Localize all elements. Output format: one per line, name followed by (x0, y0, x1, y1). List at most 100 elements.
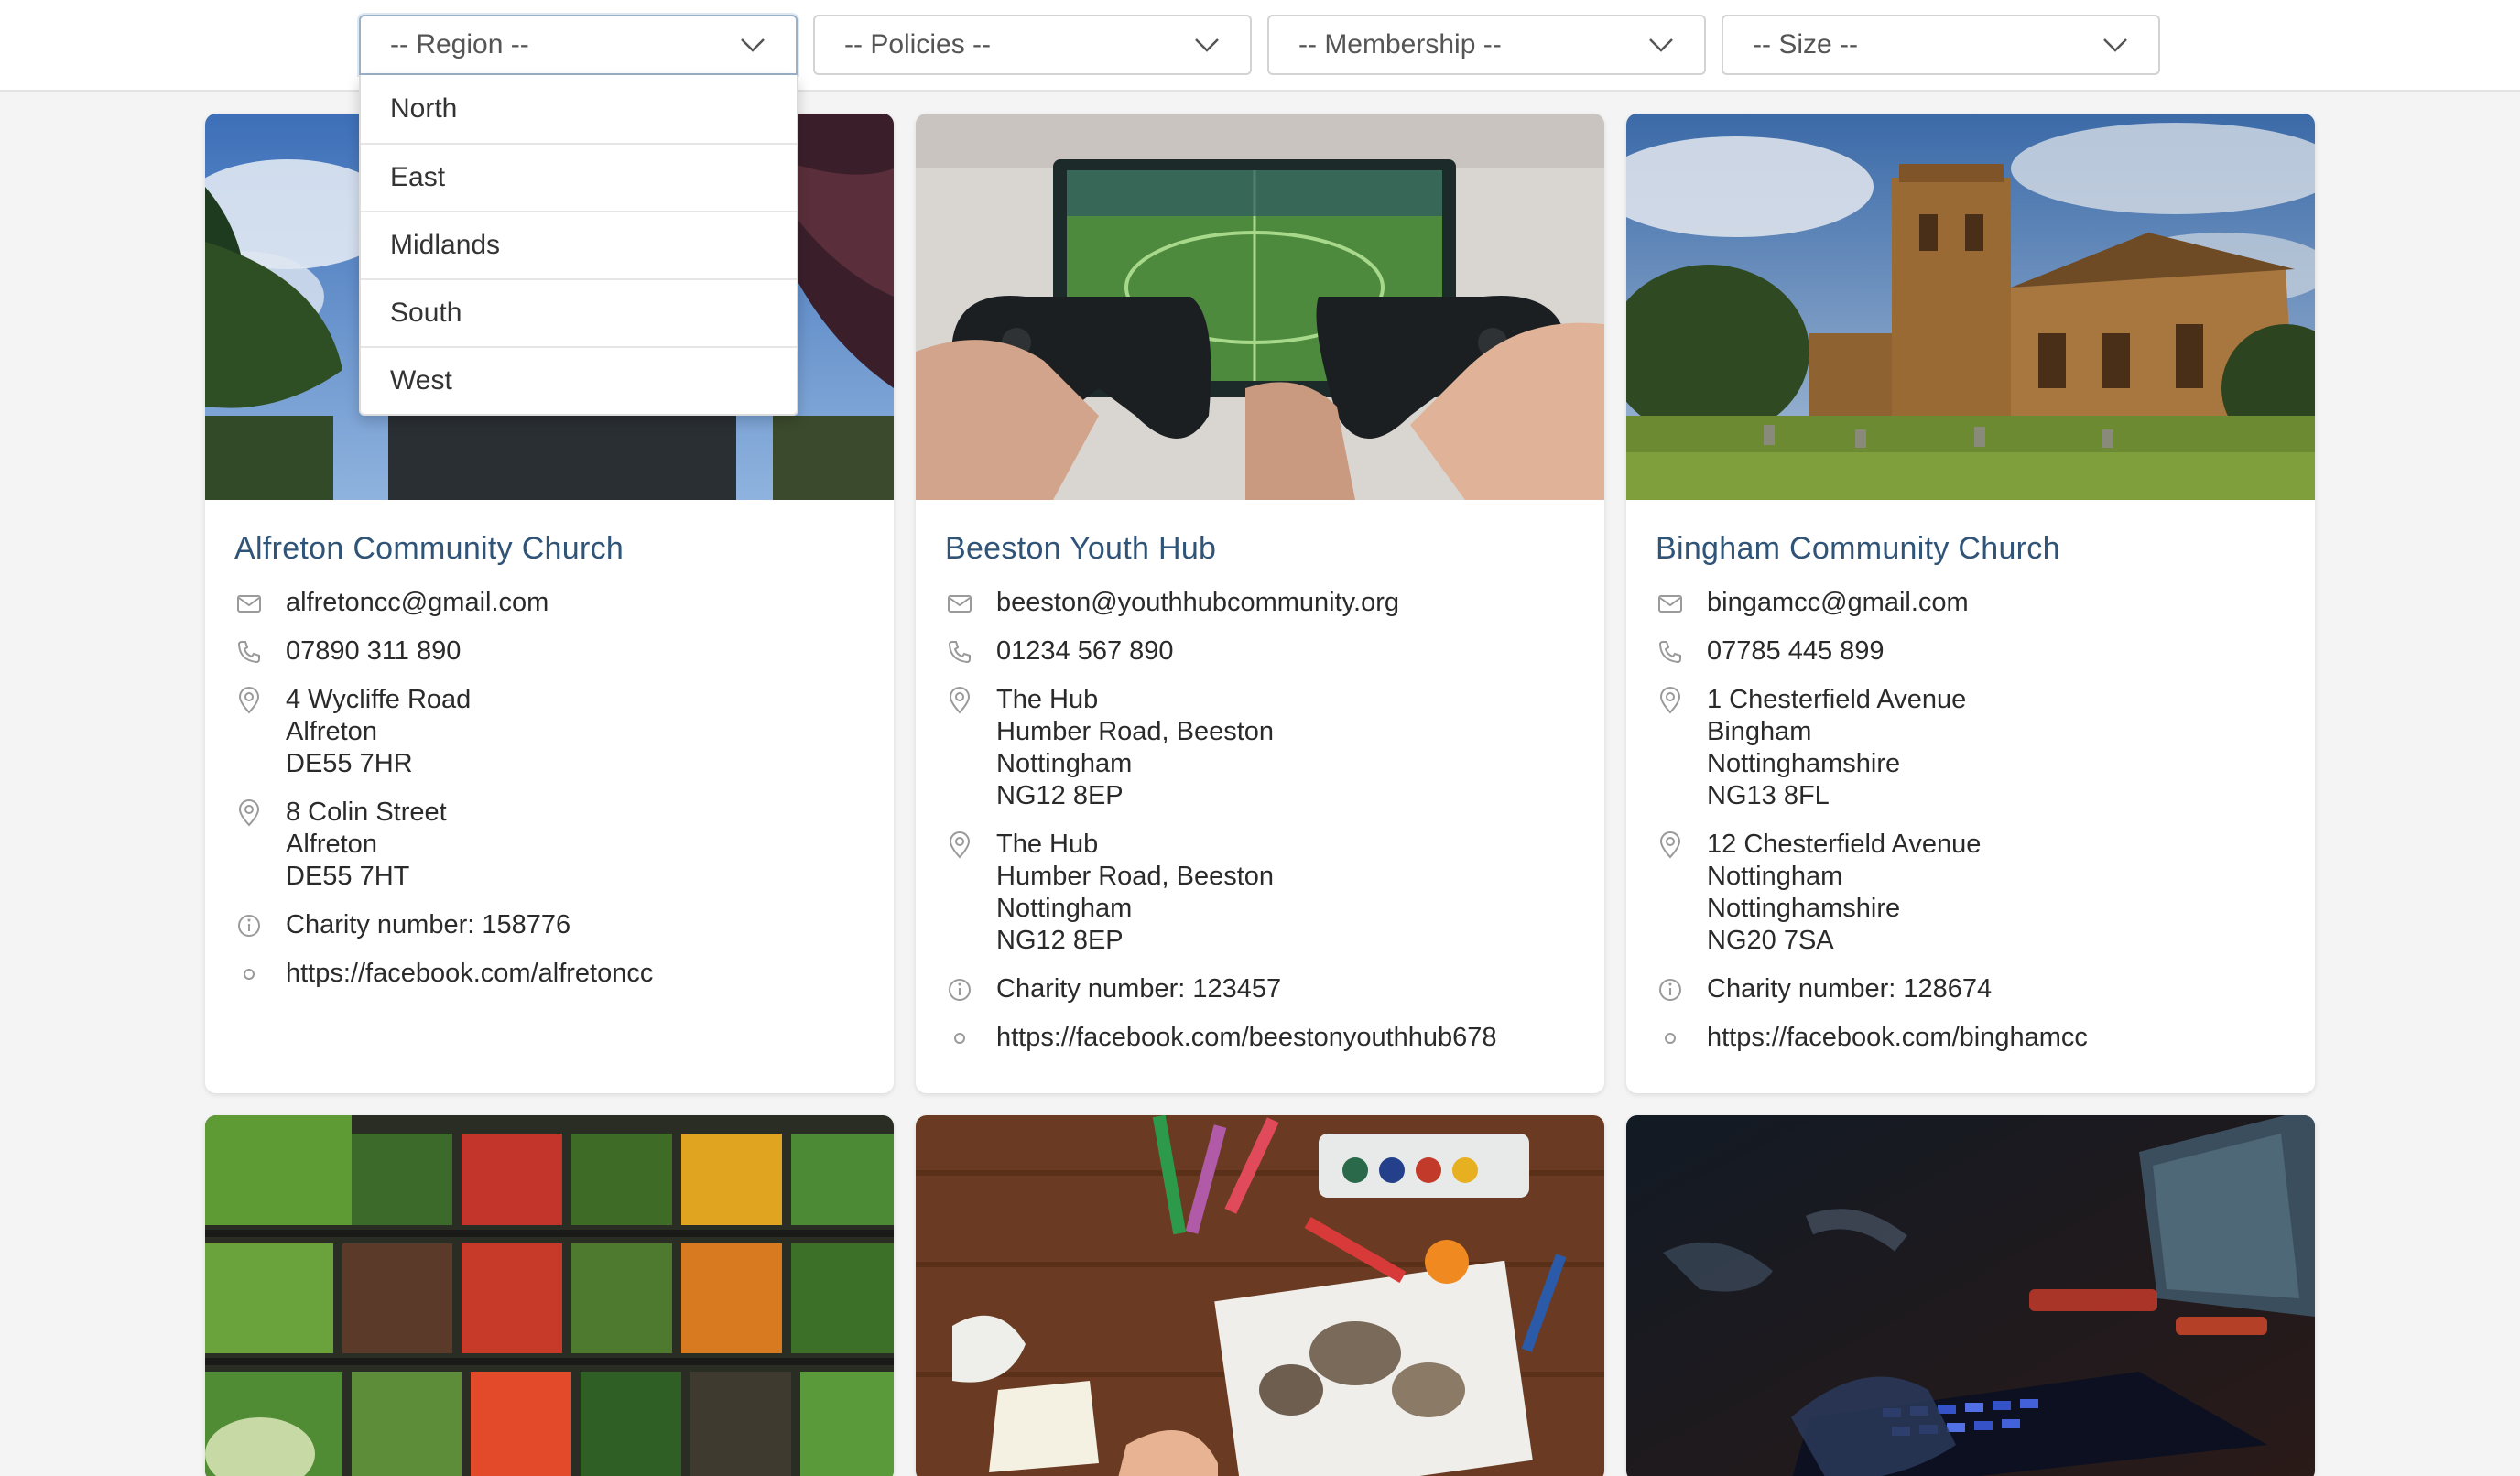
address-line: 4 Wycliffe Road (286, 685, 472, 714)
charity-row: Charity number: 158776 (234, 909, 864, 941)
phone-icon (948, 641, 971, 664)
link-row: https://facebook.com/beestonyouthhub678 (945, 1022, 1575, 1054)
gaming-controllers-photo (916, 114, 1604, 500)
policies-select[interactable]: -- Policies -- (813, 15, 1252, 75)
chevron-down-icon (741, 38, 765, 52)
address-text: 4 Wycliffe Road Alfreton DE55 7HR (286, 684, 471, 780)
info-icon (1659, 979, 1681, 1001)
region-option-midlands[interactable]: Midlands (361, 211, 797, 278)
region-select-label: -- Region -- (390, 29, 529, 60)
address-line: 8 Colin Street (286, 798, 447, 827)
size-select[interactable]: -- Size -- (1722, 15, 2160, 75)
address-line: Alfreton (286, 717, 377, 746)
charity-number: Charity number: 123457 (996, 974, 1282, 1004)
email-link[interactable]: alfretoncc@gmail.com (286, 587, 549, 619)
address-line: NG13 8FL (1707, 781, 1830, 810)
address-line: Alfreton (286, 830, 377, 859)
map-pin-icon (1659, 687, 1681, 714)
charity-row: Charity number: 128674 (1656, 973, 2286, 1005)
charity-number: Charity number: 128674 (1707, 974, 1993, 1004)
charity-row: Charity number: 123457 (945, 973, 1575, 1005)
chevron-down-icon (1649, 38, 1673, 52)
map-pin-icon (949, 831, 971, 859)
map-pin-icon (238, 799, 260, 827)
card-image-vegetables (205, 1115, 894, 1476)
address-line: Humber Road, Beeston (996, 862, 1275, 891)
address-line: Nottingham (996, 749, 1133, 778)
region-select[interactable]: -- Region -- (359, 15, 798, 75)
info-icon (949, 979, 971, 1001)
link-bullet-icon (954, 1033, 965, 1044)
envelope-icon (1658, 595, 1682, 613)
address-line: Nottinghamshire (1707, 894, 1901, 923)
chevron-down-icon (1195, 38, 1219, 52)
membership-select[interactable]: -- Membership -- (1267, 15, 1706, 75)
stone-church-photo (1626, 114, 2315, 500)
organisation-card: Beeston Youth Hub beeston@youthhubcommun… (916, 114, 1604, 1093)
address-line: The Hub (996, 830, 1099, 859)
card-body: Bingham Community Church bingamcc@gmail.… (1626, 500, 2315, 1093)
card-image-gaming-controllers (916, 114, 1604, 500)
address-row: The Hub Humber Road, Beeston Nottingham … (945, 684, 1575, 812)
map-pin-icon (1659, 831, 1681, 859)
vegetables-photo (205, 1115, 894, 1476)
email-row: beeston@youthhubcommunity.org (945, 587, 1575, 619)
address-row: 8 Colin Street Alfreton DE55 7HT (234, 797, 864, 893)
map-pin-icon (949, 687, 971, 714)
facebook-link[interactable]: https://facebook.com/alfretoncc (286, 958, 653, 990)
address-line: 1 Chesterfield Avenue (1707, 685, 1967, 714)
address-text: 1 Chesterfield Avenue Bingham Nottingham… (1707, 684, 1966, 812)
link-row: https://facebook.com/binghamcc (1656, 1022, 2286, 1054)
charity-number: Charity number: 158776 (286, 910, 571, 939)
envelope-icon (237, 595, 261, 613)
organisation-title: Bingham Community Church (1656, 531, 2060, 566)
chevron-down-icon (2103, 38, 2127, 52)
email-row: bingamcc@gmail.com (1656, 587, 2286, 619)
address-row: 12 Chesterfield Avenue Nottingham Nottin… (1656, 829, 2286, 957)
organisation-title: Beeston Youth Hub (945, 531, 1217, 566)
address-line: Humber Road, Beeston (996, 717, 1275, 746)
address-line: NG20 7SA (1707, 926, 1834, 955)
phone-row: 07785 445 899 (1656, 635, 2286, 667)
envelope-icon (948, 595, 972, 613)
info-icon (238, 915, 260, 937)
address-row: 4 Wycliffe Road Alfreton DE55 7HR (234, 684, 864, 780)
address-line: DE55 7HR (286, 749, 413, 778)
address-text: The Hub Humber Road, Beeston Nottingham … (996, 829, 1274, 957)
email-link[interactable]: bingamcc@gmail.com (1707, 587, 1969, 619)
size-select-label: -- Size -- (1753, 29, 1858, 60)
phone-number: 01234 567 890 (996, 636, 1174, 666)
address-line: Nottinghamshire (1707, 749, 1901, 778)
address-line: 12 Chesterfield Avenue (1707, 830, 1982, 859)
address-text: The Hub Humber Road, Beeston Nottingham … (996, 684, 1274, 812)
facebook-link[interactable]: https://facebook.com/beestonyouthhub678 (996, 1022, 1497, 1054)
region-option-east[interactable]: East (361, 143, 797, 211)
organisation-card (205, 1115, 894, 1476)
card-image-gaming-keyboard (1626, 1115, 2315, 1476)
address-line: NG12 8EP (996, 781, 1124, 810)
region-option-west[interactable]: West (361, 346, 797, 414)
card-image-stone-church (1626, 114, 2315, 500)
link-bullet-icon (244, 969, 255, 980)
card-body: Beeston Youth Hub beeston@youthhubcommun… (916, 500, 1604, 1093)
policies-select-label: -- Policies -- (844, 29, 992, 60)
app-root: { "filters": [ {"label": "-- Region --"}… (0, 0, 2520, 1476)
address-row: 1 Chesterfield Avenue Bingham Nottingham… (1656, 684, 2286, 812)
region-dropdown-list: North East Midlands South West (359, 75, 798, 416)
membership-select-label: -- Membership -- (1298, 29, 1502, 60)
address-line: Nottingham (1707, 862, 1843, 891)
address-text: 12 Chesterfield Avenue Nottingham Nottin… (1707, 829, 1981, 957)
phone-icon (237, 641, 260, 664)
address-text: 8 Colin Street Alfreton DE55 7HT (286, 797, 447, 893)
region-option-north[interactable]: North (361, 75, 797, 143)
card-image-arts-crafts (916, 1115, 1604, 1476)
region-option-south[interactable]: South (361, 278, 797, 346)
email-link[interactable]: beeston@youthhubcommunity.org (996, 587, 1399, 619)
phone-number: 07890 311 890 (286, 636, 462, 666)
link-bullet-icon (1665, 1033, 1676, 1044)
address-line: NG12 8EP (996, 926, 1124, 955)
organisation-card (916, 1115, 1604, 1476)
facebook-link[interactable]: https://facebook.com/binghamcc (1707, 1022, 2088, 1054)
address-line: Nottingham (996, 894, 1133, 923)
address-line: The Hub (996, 685, 1099, 714)
